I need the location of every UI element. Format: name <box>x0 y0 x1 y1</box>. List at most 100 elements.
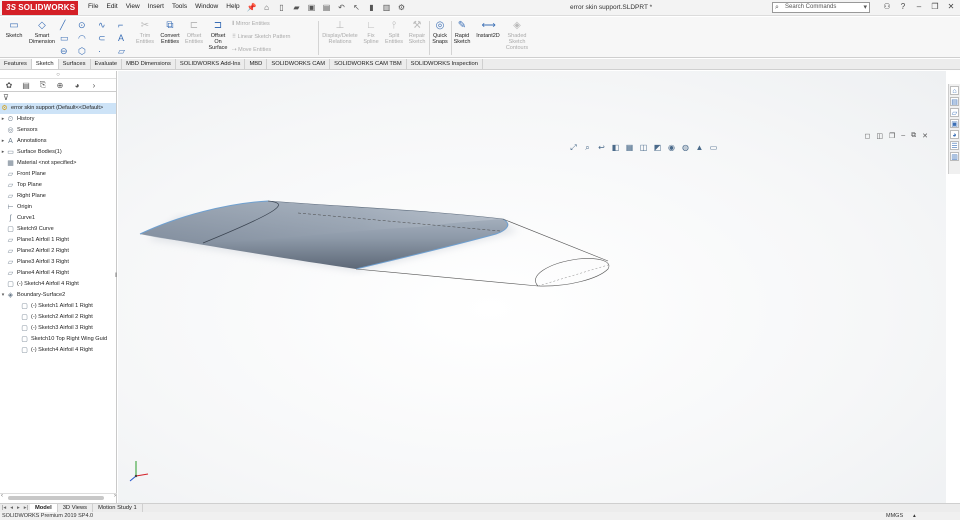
custom-properties-icon[interactable]: ☰ <box>950 141 959 150</box>
viewport-restore-icon[interactable]: ❐ <box>889 132 895 140</box>
search-commands-input[interactable]: ⌕ Search Commands ▾ <box>772 2 870 13</box>
slot-icon[interactable]: ⊖ <box>60 46 68 57</box>
sketch-button[interactable]: ▭ Sketch <box>4 20 24 39</box>
point-icon[interactable]: · <box>98 46 101 56</box>
quick-snaps-button[interactable]: ◎ Quick Snaps <box>430 20 450 45</box>
tree-horizontal-scrollbar[interactable]: ‹ › <box>0 493 117 501</box>
configuration-manager-icon[interactable]: ⎘ <box>38 80 48 90</box>
last-tab-icon[interactable]: ▸| <box>22 504 30 512</box>
view-palette-icon[interactable]: ▣ <box>950 119 959 128</box>
tree-item[interactable]: ▢ Sketch10 Top Right Wing Guid <box>0 334 116 345</box>
tree-item[interactable]: ▱ Plane2 Airfoil 2 Right <box>0 246 116 257</box>
search-dropdown-icon[interactable]: ▾ <box>863 3 867 12</box>
display-style-icon[interactable]: ◩ <box>652 143 663 153</box>
tree-item[interactable]: ▦ Material <not specified> <box>0 158 116 169</box>
move-entities-button[interactable]: ⇢ Move Entities <box>232 47 271 53</box>
select-icon[interactable]: ↖ <box>351 2 362 13</box>
menu-edit[interactable]: Edit <box>106 3 117 10</box>
viewport-minimize-icon[interactable]: – <box>901 132 905 140</box>
tab-solidworks-addins[interactable]: SOLIDWORKS Add-Ins <box>176 59 246 69</box>
display-delete-relations-button[interactable]: ⊥ Display/Delete Relations <box>320 20 360 45</box>
tree-item[interactable]: ▱ Front Plane <box>0 169 116 180</box>
zoom-to-fit-icon[interactable]: ⤢ <box>568 143 579 153</box>
file-properties-icon[interactable]: ▥ <box>381 2 392 13</box>
scroll-left-icon[interactable]: ‹ <box>1 493 3 499</box>
tab-sketch[interactable]: Sketch <box>31 59 59 69</box>
edit-appearance-icon[interactable]: ◍ <box>680 143 691 153</box>
unit-system[interactable]: MMGS <box>886 512 903 520</box>
tree-item[interactable]: ⊢ Origin <box>0 202 116 213</box>
spline-icon[interactable]: ∿ <box>98 20 106 31</box>
trim-entities-button[interactable]: ✂ Trim Entities <box>134 20 156 45</box>
wing-surface-model[interactable] <box>118 71 946 503</box>
viewport-tile-icon[interactable]: ◫ <box>876 132 883 140</box>
instant2d-button[interactable]: ⟷ Instant2D <box>474 20 502 39</box>
view-settings-icon[interactable]: ▭ <box>708 143 719 153</box>
home-icon[interactable]: ⌂ <box>261 2 272 13</box>
tab-evaluate[interactable]: Evaluate <box>91 59 123 69</box>
tab-solidworks-cam-tbm[interactable]: SOLIDWORKS CAM TBM <box>330 59 407 69</box>
tree-item[interactable]: ◎ Sensors <box>0 125 116 136</box>
polygon-icon[interactable]: ⬡ <box>78 46 86 57</box>
tree-item[interactable]: ▸ ▭ Surface Bodies(1) <box>0 147 116 158</box>
panel-more-icon[interactable]: › <box>89 81 99 90</box>
tab-model[interactable]: Model <box>29 504 58 512</box>
text-icon[interactable]: A <box>118 33 124 43</box>
rapid-sketch-button[interactable]: ✎ Rapid Sketch <box>452 20 472 45</box>
zoom-to-area-icon[interactable]: ⌕ <box>582 143 593 153</box>
convert-entities-button[interactable]: ⧉ Convert Entities <box>158 20 182 45</box>
save-icon[interactable]: ▣ <box>306 2 317 13</box>
close-icon[interactable]: ✕ <box>946 2 956 11</box>
rectangle-icon[interactable]: ▭ <box>60 33 69 44</box>
offset-entities-button[interactable]: ⊏ Offset Entities <box>183 20 205 45</box>
sketch-fillet-icon[interactable]: ⌐ <box>118 20 123 30</box>
menu-view[interactable]: View <box>126 3 140 10</box>
next-tab-icon[interactable]: ▸ <box>15 504 22 512</box>
filter-icon[interactable]: ⊽ <box>0 92 116 103</box>
shaded-sketch-contours-button[interactable]: ◈ Shaded Sketch Contours <box>503 20 531 51</box>
viewport-maximize-icon[interactable]: ◻ <box>865 132 871 140</box>
panel-grip[interactable]: ○ <box>0 71 116 79</box>
tree-item[interactable]: ▱ Plane3 Airfoil 3 Right <box>0 257 116 268</box>
new-document-icon[interactable]: ▯ <box>276 2 287 13</box>
file-explorer-icon[interactable]: ▱ <box>950 108 959 117</box>
tree-item[interactable]: ▱ Plane4 Airfoil 4 Right <box>0 268 116 279</box>
open-icon[interactable]: ▰ <box>291 2 302 13</box>
tree-item[interactable]: ▱ Top Plane <box>0 180 116 191</box>
solidworks-logo[interactable]: 3S SOLIDWORKS <box>2 1 78 15</box>
tab-solidworks-inspection[interactable]: SOLIDWORKS Inspection <box>407 59 483 69</box>
graphics-area[interactable]: ⤢ ⌕ ↩ ◧ ▦ ◫ ◩ ◉ ◍ ▲ ▭ ◻ ◫ ❐ – ⧉ ✕ <box>118 71 946 503</box>
scrollbar-thumb[interactable] <box>8 496 104 500</box>
print-icon[interactable]: ▤ <box>321 2 332 13</box>
tree-item[interactable]: ▢ (-) Sketch1 Airfoil 1 Right <box>0 301 116 312</box>
dynamic-annotation-icon[interactable]: ▦ <box>624 143 635 153</box>
section-view-icon[interactable]: ◧ <box>610 143 621 153</box>
tab-mbd-dimensions[interactable]: MBD Dimensions <box>122 59 176 69</box>
tree-item[interactable]: ▢ Sketch9 Curve <box>0 224 116 235</box>
property-manager-icon[interactable]: ▤ <box>21 81 31 90</box>
tab-surfaces[interactable]: Surfaces <box>59 59 91 69</box>
menu-tools[interactable]: Tools <box>172 3 187 10</box>
scroll-right-icon[interactable]: › <box>114 493 116 499</box>
tree-item[interactable]: ▢ (-) Sketch3 Airfoil 3 Right <box>0 323 116 334</box>
help-icon[interactable]: ? <box>898 2 908 11</box>
tree-item[interactable]: ▱ Right Plane <box>0 191 116 202</box>
repair-sketch-button[interactable]: ⚒ Repair Sketch <box>406 20 428 45</box>
linear-sketch-pattern-button[interactable]: ⠿ Linear Sketch Pattern <box>232 34 290 40</box>
dimxpert-manager-icon[interactable]: ⊕ <box>55 81 65 90</box>
options-icon[interactable]: ⚙ <box>396 2 407 13</box>
menu-help[interactable]: Help <box>226 3 239 10</box>
appearances-icon[interactable]: ◕ <box>950 130 959 139</box>
menu-file[interactable]: File <box>88 3 98 10</box>
fix-spline-button[interactable]: ∟ Fix Spline <box>361 20 381 45</box>
plane-icon[interactable]: ▱ <box>118 46 125 57</box>
previous-view-icon[interactable]: ↩ <box>596 143 607 153</box>
design-library-icon[interactable]: ▤ <box>950 97 959 106</box>
restore-icon[interactable]: ❐ <box>930 2 940 11</box>
display-manager-icon[interactable]: ◕ <box>72 81 82 90</box>
offset-on-surface-button[interactable]: ⊐ Offset On Surface <box>206 20 230 51</box>
ellipse-icon[interactable]: ⊂ <box>98 33 106 44</box>
pin-icon[interactable]: 📌 <box>246 2 257 13</box>
tab-motion-study-1[interactable]: Motion Study 1 <box>93 504 143 512</box>
viewport-close-icon[interactable]: ✕ <box>922 132 928 140</box>
